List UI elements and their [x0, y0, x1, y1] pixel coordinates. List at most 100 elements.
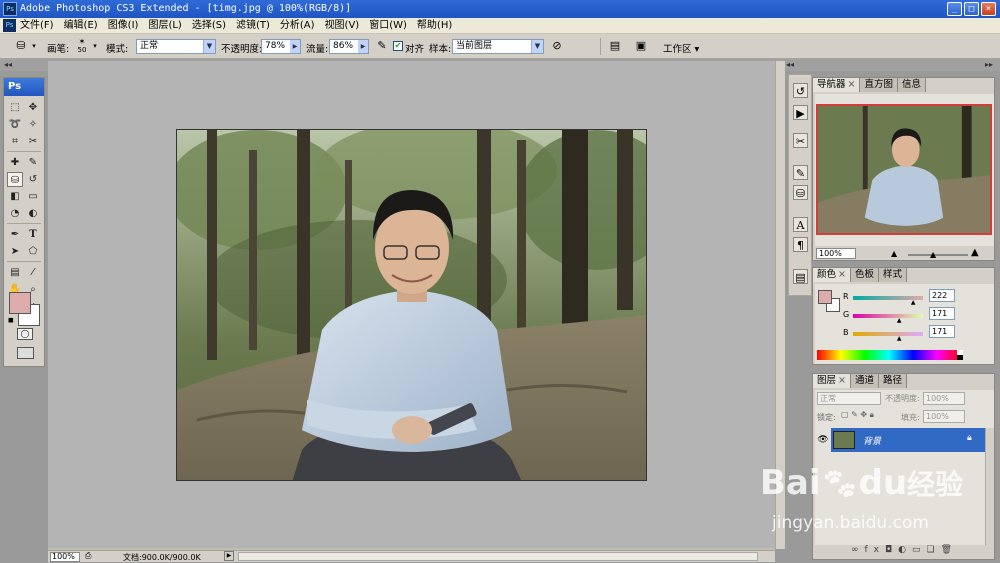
menu-edit[interactable]: 编辑(E) [64, 18, 98, 34]
vertical-scrollbar[interactable] [775, 61, 785, 549]
screen-mode-icon[interactable] [17, 347, 34, 359]
fill-input[interactable]: 100% [923, 410, 965, 423]
pen-tool-icon[interactable]: ✒ [7, 227, 23, 242]
close-icon[interactable]: × [848, 79, 856, 90]
airbrush-icon[interactable]: ✎ [374, 39, 390, 53]
marquee-tool-icon[interactable]: ⬚ [7, 100, 23, 115]
flow-input[interactable]: 86% ▶ [329, 39, 369, 54]
status-menu-arrow-icon[interactable]: ▶ [224, 551, 234, 561]
history-brush-tool-icon[interactable]: ↺ [25, 172, 41, 187]
zoom-in-icon[interactable]: ▲ [971, 247, 979, 258]
link-layers-icon[interactable]: ∞ [851, 545, 865, 555]
foreground-color-swatch[interactable] [9, 292, 31, 314]
lasso-tool-icon[interactable]: ➰ [7, 117, 23, 132]
lock-icons[interactable]: ▢ ✎ ✥ 🔒︎ [841, 410, 874, 420]
collapse-toolbox-icon[interactable]: ◂◂ [4, 60, 12, 69]
zoom-out-icon[interactable]: ▲ [891, 249, 897, 258]
gradient-tool-icon[interactable]: ▭ [25, 189, 41, 204]
menu-file[interactable]: 文件(F) [20, 18, 54, 34]
clone-source-icon[interactable]: ⛁ [793, 185, 808, 200]
new-layer-icon[interactable]: ❏ [927, 545, 941, 555]
sample-select[interactable]: 当前图层 ▼ [452, 39, 544, 54]
layer-comps-icon[interactable]: ▤ [793, 269, 808, 284]
layer-opacity-input[interactable]: 100% [923, 392, 965, 405]
tab-histogram[interactable]: 直方图 [860, 78, 898, 92]
eraser-tool-icon[interactable]: ◧ [7, 189, 23, 204]
eyedropper-tool-icon[interactable]: ⁄ [25, 265, 41, 280]
eye-icon[interactable]: 👁︎ [815, 428, 831, 452]
layers-scrollbar[interactable] [985, 428, 994, 545]
notes-tool-icon[interactable]: ▤ [7, 265, 23, 280]
adjustment-layer-icon[interactable]: ◐ [898, 545, 912, 555]
tab-paths[interactable]: 路径 [879, 374, 908, 388]
tab-color[interactable]: 颜色 × [813, 268, 851, 282]
b-slider[interactable] [853, 332, 923, 336]
magic-wand-tool-icon[interactable]: ✧ [25, 117, 41, 132]
horizontal-scrollbar[interactable] [238, 552, 758, 561]
close-button[interactable]: × [981, 2, 996, 16]
tab-layers[interactable]: 图层 × [813, 374, 851, 388]
menu-window[interactable]: 窗口(W) [369, 18, 407, 34]
b-slider-thumb[interactable]: ▲ [897, 335, 902, 342]
default-colors-icon[interactable]: ◼ [8, 316, 14, 324]
brush-dropdown-icon[interactable]: ▾ [91, 39, 99, 53]
r-slider-thumb[interactable]: ▲ [911, 299, 916, 306]
brushes-icon[interactable]: ✎ [793, 165, 808, 180]
shape-tool-icon[interactable]: ⬠ [25, 244, 41, 259]
slice-tool-icon[interactable]: ✂ [25, 134, 41, 149]
menu-analysis[interactable]: 分析(A) [280, 18, 315, 34]
brush-picker[interactable]: ✶ 50 [74, 37, 90, 56]
tab-channels[interactable]: 通道 [850, 374, 879, 388]
menu-view[interactable]: 视图(V) [325, 18, 360, 34]
trash-icon[interactable]: 🗑︎ [941, 545, 958, 555]
tool-presets-icon[interactable]: ✂ [793, 133, 808, 148]
menu-help[interactable]: 帮助(H) [417, 18, 452, 34]
close-icon[interactable]: × [838, 269, 846, 280]
document-image[interactable] [176, 129, 647, 481]
menu-layer[interactable]: 图层(L) [148, 18, 181, 34]
b-value-input[interactable]: 171 [929, 325, 955, 338]
g-value-input[interactable]: 171 [929, 307, 955, 320]
tab-info[interactable]: 信息 [898, 78, 927, 92]
slider-arrow-icon[interactable]: ▶ [358, 40, 368, 53]
crop-tool-icon[interactable]: ⌗ [7, 134, 23, 149]
navigator-thumbnail[interactable] [816, 104, 992, 235]
path-selection-tool-icon[interactable]: ➤ [7, 244, 23, 259]
maximize-button[interactable]: □ [964, 2, 979, 16]
r-value-input[interactable]: 222 [929, 289, 955, 302]
blur-tool-icon[interactable]: ◔ [7, 206, 23, 221]
color-fg-swatch[interactable] [818, 290, 832, 304]
layer-mask-icon[interactable]: ◘ [885, 545, 898, 555]
tool-preset-dropdown-icon[interactable]: ▾ [30, 39, 38, 53]
fx-icon[interactable]: fx [865, 545, 886, 555]
tab-swatches[interactable]: 色板 [850, 268, 879, 282]
photoshop-menu-icon[interactable]: Ps [3, 19, 16, 32]
navigator-zoom-field[interactable]: 100% [816, 248, 856, 259]
brushes-palette-icon[interactable]: ▤ [607, 39, 623, 53]
menu-select[interactable]: 选择(S) [192, 18, 226, 34]
tab-styles[interactable]: 样式 [879, 268, 908, 282]
clone-stamp-tool-icon[interactable]: ⛁ [7, 172, 23, 187]
blend-mode-select[interactable]: 正常 [817, 392, 881, 405]
clone-stamp-tool-icon[interactable]: ⛁ [12, 39, 30, 53]
history-icon[interactable]: ↺ [793, 83, 808, 98]
collapse-dock-icon[interactable]: ▸▸ [985, 60, 993, 69]
expand-dock-icon[interactable]: ◂◂ [786, 60, 794, 69]
zoom-field[interactable]: 100% [50, 552, 80, 562]
menu-filter[interactable]: 滤镜(T) [236, 18, 270, 34]
group-icon[interactable]: ▭ [912, 545, 927, 555]
zoom-slider[interactable] [908, 254, 968, 256]
align-checkbox[interactable]: ✔ [393, 41, 403, 51]
paragraph-icon[interactable]: ¶ [793, 237, 808, 252]
close-icon[interactable]: × [838, 375, 846, 386]
tab-navigator[interactable]: 导航器 × [813, 78, 861, 92]
actions-icon[interactable]: ▶ [793, 105, 808, 120]
quick-mask-icon[interactable]: ◯ [17, 328, 33, 340]
type-tool-icon[interactable]: T [25, 227, 41, 242]
ignore-adjustment-layers-icon[interactable]: ⊘ [549, 39, 565, 53]
minimize-button[interactable]: _ [947, 2, 962, 16]
bridge-icon[interactable]: ▣ [632, 39, 650, 53]
g-slider[interactable] [853, 314, 923, 318]
color-spectrum[interactable] [817, 350, 961, 360]
slider-arrow-icon[interactable]: ▶ [290, 40, 300, 53]
